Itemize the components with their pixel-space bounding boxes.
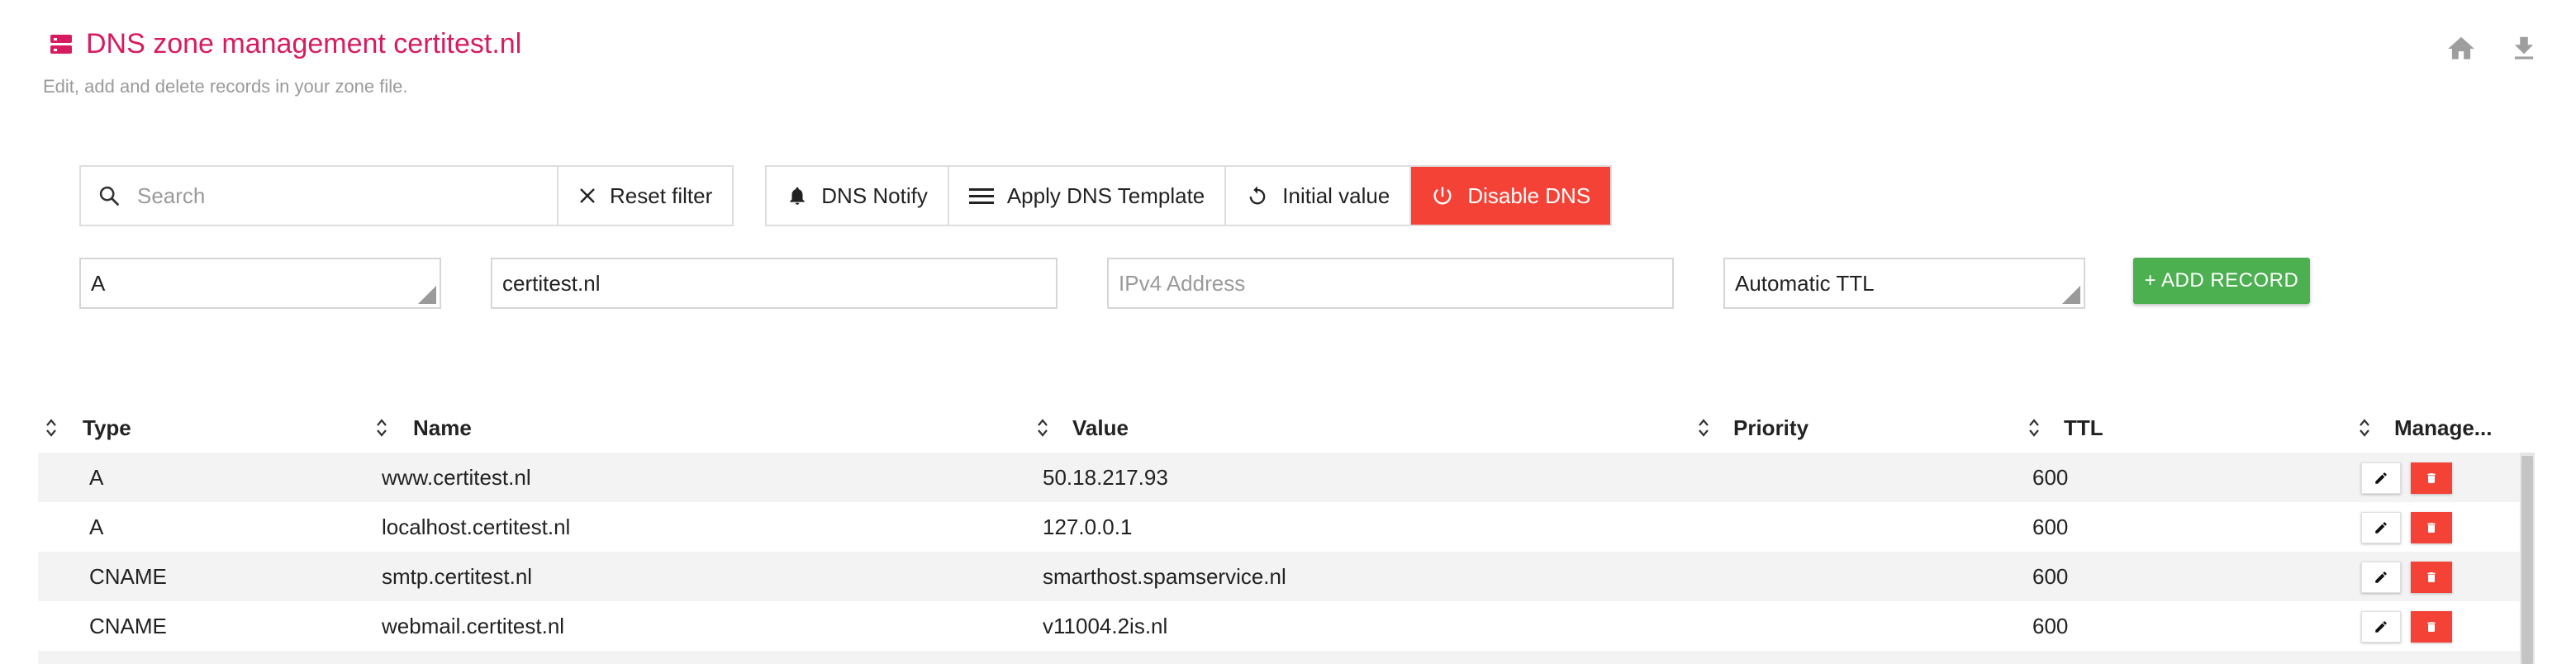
cell-value: smarthost.spamservice.nl [1043,563,1286,589]
delete-record-button[interactable] [2411,512,2452,543]
search-group: Reset filter [79,165,734,226]
sort-icon[interactable] [1036,416,1049,439]
record-type-value: A [91,270,106,296]
dns-server-icon [50,35,72,54]
cell-type: CNAME [89,563,167,589]
select-arrow-icon [2062,286,2080,304]
home-icon[interactable] [2445,33,2477,64]
edit-record-button[interactable] [2361,562,2401,593]
download-icon[interactable] [2508,33,2540,64]
reset-filter-label: Reset filter [610,183,713,208]
dns-records-table: Type Name Value Priority TTL Manage... A… [38,403,2533,664]
initial-value-label: Initial value [1282,183,1390,208]
sort-icon[interactable] [375,416,388,439]
record-value-input[interactable] [1119,270,1672,296]
bell-icon [790,187,805,205]
record-name-input[interactable] [502,270,1056,296]
restore-icon [1249,186,1266,205]
column-header-type[interactable]: Type [83,403,131,453]
delete-record-button[interactable] [2411,611,2452,643]
cell-type: A [89,514,104,539]
toolbar: Reset filter DNS Notify Apply DNS Templa… [79,165,1613,226]
sort-icon[interactable] [1697,416,1710,439]
ttl-value: Automatic TTL [1735,270,1875,296]
trash-icon [2427,473,2436,483]
sort-icon[interactable] [2358,416,2371,439]
reset-filter-button[interactable]: Reset filter [558,167,733,225]
table-row: A localhost.certitest.nl 127.0.0.1 600 [38,502,2533,552]
page-subtitle: Edit, add and delete records in your zon… [43,76,408,97]
pencil-icon [2375,472,2387,484]
cell-ttl: 600 [2032,613,2069,638]
cell-value: 50.18.217.93 [1043,464,1168,490]
delete-record-button[interactable] [2411,562,2452,593]
select-arrow-icon [418,286,436,304]
page-header: DNS zone management certitest.nl Edit, a… [0,0,2576,116]
dns-notify-label: DNS Notify [821,183,928,208]
cell-type: CNAME [89,613,167,638]
trash-icon [2427,572,2436,582]
record-value-field[interactable] [1107,258,1674,309]
record-name-field[interactable] [491,258,1057,309]
table-row: A www.certitest.nl 50.18.217.93 600 [38,453,2533,502]
cell-ttl: 600 [2032,464,2069,490]
apply-dns-template-button[interactable]: Apply DNS Template [948,167,1227,225]
cell-ttl: 600 [2032,563,2069,589]
pencil-icon [2375,572,2387,583]
cell-name: smtp.certitest.nl [382,563,533,589]
trash-icon [2427,622,2436,632]
dns-actions-group: DNS Notify Apply DNS Template Initial va… [765,165,1613,226]
column-header-manage[interactable]: Manage... [2394,403,2492,453]
close-icon [580,188,595,203]
table-row-partial [38,651,2533,664]
sort-icon[interactable] [2027,416,2041,439]
add-record-button[interactable]: + ADD RECORD [2133,258,2310,304]
initial-value-button[interactable]: Initial value [1226,167,1412,225]
column-header-priority[interactable]: Priority [1733,403,1808,453]
menu-lines-icon [968,188,994,204]
table-header: Type Name Value Priority TTL Manage... [38,403,2533,453]
column-header-ttl[interactable]: TTL [2064,403,2103,453]
search-icon [99,186,119,206]
power-icon [1433,187,1452,205]
ttl-select[interactable]: Automatic TTL [1723,258,2085,309]
cell-value: v11004.2is.nl [1043,613,1168,638]
search-input[interactable] [137,183,517,209]
page-title: DNS zone management certitest.nl [86,28,522,59]
cell-ttl: 600 [2032,514,2069,539]
edit-record-button[interactable] [2361,512,2401,543]
cell-type: A [89,464,104,490]
cell-name: localhost.certitest.nl [382,514,571,539]
table-row: CNAME smtp.certitest.nl smarthost.spamse… [38,552,2533,601]
edit-record-button[interactable] [2361,611,2401,643]
scrollbar-thumb[interactable] [2521,456,2533,664]
pencil-icon [2375,522,2387,534]
cell-value: 127.0.0.1 [1043,514,1133,539]
cell-name: www.certitest.nl [382,464,531,490]
dns-notify-button[interactable]: DNS Notify [767,167,949,225]
sort-icon[interactable] [45,416,58,439]
table-row: CNAME webmail.certitest.nl v11004.2is.nl… [38,601,2533,651]
search-box [81,167,558,225]
record-type-select[interactable]: A [79,258,441,309]
delete-record-button[interactable] [2411,462,2452,494]
cell-name: webmail.certitest.nl [382,613,565,638]
table-scrollbar[interactable] [2520,453,2535,664]
apply-dns-template-label: Apply DNS Template [1006,183,1205,208]
table-body: A www.certitest.nl 50.18.217.93 600 A lo… [38,453,2533,664]
disable-dns-label: Disable DNS [1467,183,1591,208]
disable-dns-button[interactable]: Disable DNS [1411,167,1611,225]
trash-icon [2427,523,2436,533]
pencil-icon [2375,621,2387,633]
column-header-name[interactable]: Name [413,403,472,453]
add-record-form: A Automatic TTL + ADD RECORD [0,258,2576,312]
column-header-value[interactable]: Value [1072,403,1129,453]
edit-record-button[interactable] [2361,462,2401,494]
